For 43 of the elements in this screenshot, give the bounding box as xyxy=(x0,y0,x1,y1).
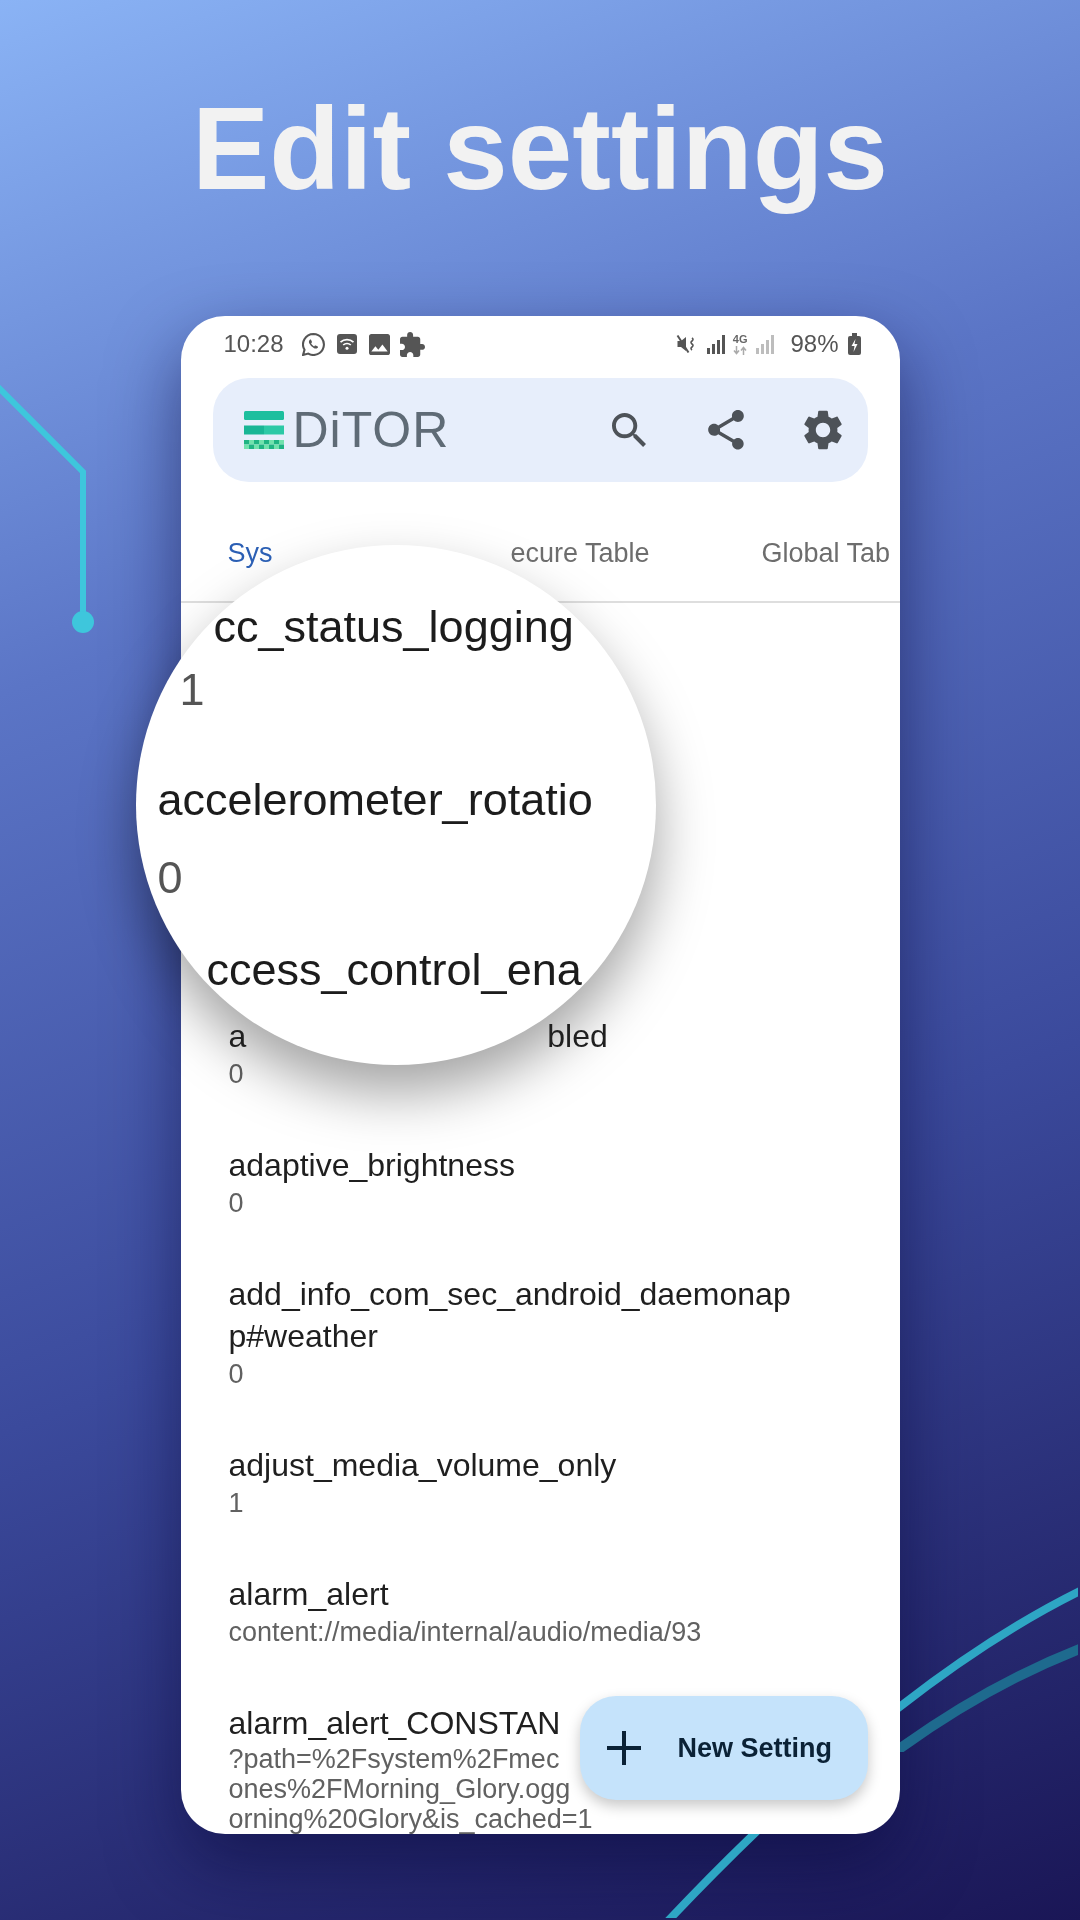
phone-bubble-icon xyxy=(301,332,325,356)
setting-value: content://media/internal/audio/media/93 xyxy=(228,1616,702,1650)
magnified-setting-value: 0 xyxy=(157,855,183,901)
magnified-setting-name: accelerometer_rotatio xyxy=(157,777,593,823)
magnified-setting-value: 1 xyxy=(179,667,205,713)
setting-name: alarm_alert_CONSTAN xyxy=(228,1704,561,1744)
tab[interactable]: Global Tab xyxy=(761,540,891,568)
headline: Edit settings xyxy=(191,83,889,216)
setting-value: 0 xyxy=(228,1358,244,1392)
tab[interactable]: ecure Table xyxy=(510,540,650,568)
share-icon[interactable] xyxy=(707,410,744,451)
setting-value: ones%2FMorning_Glory.ogg xyxy=(228,1774,571,1805)
setting-name: bled xyxy=(547,1020,608,1053)
battery-icon xyxy=(847,333,861,356)
image-icon xyxy=(368,333,390,355)
search-icon[interactable] xyxy=(611,413,646,448)
mute-icon xyxy=(675,334,696,355)
setting-name: alarm_alert xyxy=(228,1575,389,1615)
setting-value: 0 xyxy=(228,1187,244,1221)
plus-icon xyxy=(606,1731,641,1766)
signal-icon xyxy=(706,334,726,354)
wifi-icon xyxy=(336,334,357,355)
setting-name: adjust_media_volume_only xyxy=(228,1446,617,1486)
battery-percent: 98% xyxy=(790,332,839,357)
logo-bars-icon xyxy=(243,411,284,450)
network-type: 4G xyxy=(732,333,748,345)
setting-name: a xyxy=(228,1020,247,1053)
magnified-setting-name: ccess_control_ena xyxy=(206,947,582,993)
logo-text: DiTOR xyxy=(292,405,450,456)
setting-name: adaptive_brightness xyxy=(228,1146,515,1186)
tab[interactable]: Sys xyxy=(227,540,273,568)
data-arrows-icon xyxy=(733,345,748,355)
magnified-setting-name: cc_status_logging xyxy=(213,604,574,650)
status-time: 10:28 xyxy=(223,332,284,357)
signal-icon xyxy=(756,334,776,354)
setting-name: add_info_com_sec_android_daemonapp#weather xyxy=(228,1275,792,1357)
new-setting-button[interactable]: New Setting xyxy=(579,1696,868,1801)
setting-value: orning%20Glory&is_cached=1 xyxy=(228,1804,593,1835)
settings-icon[interactable] xyxy=(803,410,842,451)
setting-value: 1 xyxy=(228,1487,244,1521)
setting-value: ?path=%2Fsystem%2Fmec xyxy=(228,1744,560,1775)
puzzle-icon xyxy=(399,331,425,357)
setting-value: 0 xyxy=(228,1058,244,1092)
